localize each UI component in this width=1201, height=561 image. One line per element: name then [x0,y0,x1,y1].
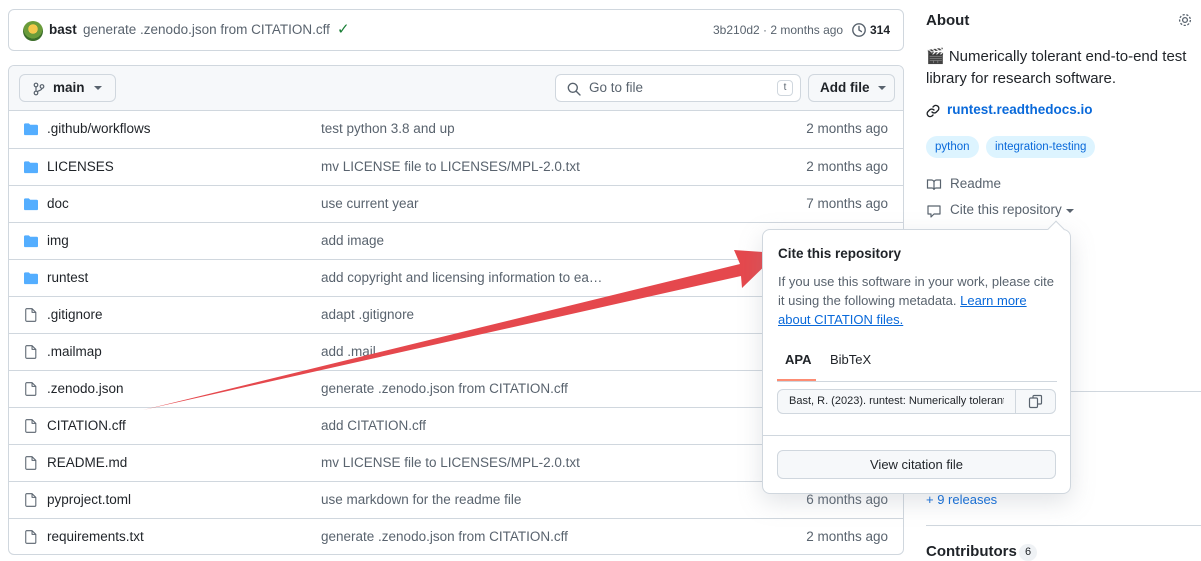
citation-field[interactable]: Bast, R. (2023). runtest: Numerically to… [777,389,1056,414]
file-icon [25,308,37,322]
file-name-link[interactable]: README.md [47,455,127,470]
readme-label: Readme [950,176,1002,191]
file-name-link[interactable]: LICENSES [47,159,114,174]
commit-message-link[interactable]: add copyright and licensing information … [321,270,602,285]
chevron-down-icon [878,86,886,90]
contributors-heading[interactable]: Contributors [926,543,1017,560]
releases-link[interactable]: + 9 releases [926,492,997,507]
commit-message-link[interactable]: generate .zenodo.json from CITATION.cff [321,381,568,396]
add-file-button[interactable]: Add file [808,74,895,102]
file-icon [25,530,37,544]
commit-message-link[interactable]: adapt .gitignore [321,307,414,322]
file-name-link[interactable]: img [47,233,69,248]
commit-age: 7 months ago [806,196,888,211]
tab-divider [777,381,1057,382]
commit-message-link[interactable]: use current year [321,196,419,211]
view-citation-file-button[interactable]: View citation file [777,450,1056,479]
commit-count[interactable]: 314 [870,23,890,37]
popover-divider [763,435,1070,436]
file-name-link[interactable]: requirements.txt [47,529,144,544]
table-row[interactable]: requirements.txt generate .zenodo.json fr… [9,518,903,554]
commit-author[interactable]: bast [49,22,77,37]
commit-message[interactable]: generate .zenodo.json from CITATION.cff [83,22,330,37]
commit-age: 2 months ago [806,121,888,136]
file-name-link[interactable]: .github/workflows [47,121,151,136]
folder-icon [24,123,38,136]
citation-text[interactable]: Bast, R. (2023). runtest: Numerically to… [789,395,1004,407]
commit-message-link[interactable]: generate .zenodo.json from CITATION.cff [321,529,568,544]
folder-icon [24,198,38,211]
copy-citation-button[interactable] [1015,390,1055,413]
table-row[interactable]: doc use current year 7 months ago [9,185,903,222]
commit-message-link[interactable]: test python 3.8 and up [321,121,455,136]
table-row[interactable]: .github/workflows test python 3.8 and up 2… [9,111,903,148]
tab-apa[interactable]: APA [785,352,811,367]
copy-icon [1028,394,1043,409]
popover-title: Cite this repository [778,246,902,261]
commit-age: 2 months ago [806,159,888,174]
history-icon [852,23,866,37]
file-name-link[interactable]: .gitignore [47,307,103,322]
book-icon [926,179,942,191]
file-name-link[interactable]: .zenodo.json [47,381,124,396]
homepage-link[interactable]: runtest.readthedocs.io [947,102,1093,117]
folder-icon [24,161,38,174]
about-heading: About [926,12,970,29]
commit-age: 6 months ago [806,492,888,507]
popover-text: If you use this software in your work, p… [778,272,1058,329]
file-icon [25,382,37,396]
link-icon [926,104,940,118]
repo-description: 🎬 Numerically tolerant end-to-end test l… [926,48,1187,87]
quote-icon [927,205,941,218]
branch-name: main [53,80,85,95]
commit-message-link[interactable]: add CITATION.cff [321,418,426,433]
sidebar-divider [926,525,1201,526]
search-icon [567,82,581,96]
table-row[interactable]: LICENSES mv LICENSE file to LICENSES/MPL-… [9,148,903,185]
keyboard-shortcut-hint: t [777,80,793,96]
latest-commit-bar: bast generate .zenodo.json from CITATION… [8,9,904,51]
file-browser-toolbar: main Go to file t Add file [9,66,903,111]
gear-icon[interactable] [1177,12,1193,28]
file-icon [25,456,37,470]
file-name-link[interactable]: doc [47,196,69,211]
popover-pointer [1047,220,1065,238]
chevron-down-icon [94,86,102,90]
file-name-link[interactable]: runtest [47,270,88,285]
commit-message-link[interactable]: mv LICENSE file to LICENSES/MPL-2.0.txt [321,455,580,470]
branch-selector-button[interactable]: main [19,74,116,102]
cite-repository-label: Cite this repository [950,202,1062,217]
commit-message-link[interactable]: mv LICENSE file to LICENSES/MPL-2.0.txt [321,159,580,174]
topic-tag[interactable]: integration-testing [986,136,1096,158]
search-placeholder: Go to file [589,80,644,95]
commit-message-link[interactable]: add .mail [321,344,376,359]
check-icon[interactable]: ✓ [337,20,350,38]
active-tab-indicator [777,379,816,381]
chevron-down-icon [1066,209,1074,213]
file-icon [25,419,37,433]
add-file-label: Add file [820,80,870,95]
file-name-link[interactable]: pyproject.toml [47,492,131,507]
branch-icon [33,82,45,96]
go-to-file-input[interactable]: Go to file t [555,74,801,102]
cite-popover: Cite this repository If you use this sof… [762,220,1071,494]
avatar[interactable] [23,21,43,41]
file-name-link[interactable]: .mailmap [47,344,102,359]
commit-age: 2 months ago [806,529,888,544]
file-icon [25,493,37,507]
commit-message-link[interactable]: use markdown for the readme file [321,492,521,507]
commit-message-link[interactable]: add image [321,233,384,248]
file-name-link[interactable]: CITATION.cff [47,418,126,433]
tab-bibtex[interactable]: BibTeX [830,352,871,367]
contributors-count-badge: 6 [1019,544,1037,561]
folder-icon [24,272,38,285]
folder-icon [24,235,38,248]
topic-tag[interactable]: python [926,136,979,158]
file-icon [25,345,37,359]
commit-hash-time[interactable]: 3b210d2 · 2 months ago [713,23,843,37]
